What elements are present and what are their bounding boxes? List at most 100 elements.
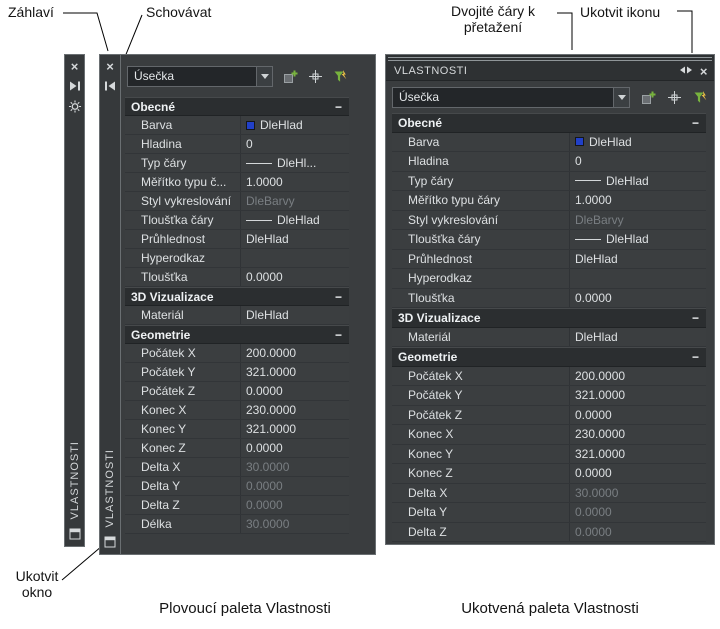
property-value[interactable]: 200.0000 xyxy=(241,344,349,362)
property-value[interactable]: 1.0000 xyxy=(570,191,706,210)
collapse-icon[interactable]: − xyxy=(692,311,699,325)
property-value[interactable]: 30.0000 xyxy=(241,458,349,476)
collapse-icon[interactable]: − xyxy=(335,328,342,342)
property-row[interactable]: Tloušťka 0.0000 xyxy=(392,288,706,308)
property-value[interactable]: 200.0000 xyxy=(570,367,706,386)
property-value[interactable]: DleBarvy xyxy=(570,211,706,230)
gear-icon[interactable] xyxy=(68,100,81,113)
property-row[interactable]: Barva DleHlad xyxy=(125,116,349,135)
property-row[interactable]: Počátek X 200.0000 xyxy=(125,344,349,363)
property-value[interactable]: 321.0000 xyxy=(241,363,349,381)
property-row[interactable]: Konec Z 0.0000 xyxy=(125,439,349,458)
property-value[interactable] xyxy=(570,269,706,288)
dock-window-icon[interactable] xyxy=(104,536,116,548)
property-row[interactable]: Konec Y 321.0000 xyxy=(125,420,349,439)
property-row[interactable]: Delta X 30.0000 xyxy=(392,483,706,503)
autohide-icon[interactable] xyxy=(68,80,81,92)
property-row[interactable]: Materiál DleHlad xyxy=(392,327,706,347)
property-value[interactable]: DleHlad xyxy=(241,230,349,248)
pickadd-toggle-icon[interactable] xyxy=(640,89,656,105)
property-value[interactable]: DleBarvy xyxy=(241,192,349,210)
property-row[interactable]: Měřítko typu č... 1.0000 xyxy=(125,173,349,192)
property-row[interactable]: Materiál DleHlad xyxy=(125,306,349,325)
property-value[interactable]: DleHlad xyxy=(241,306,349,324)
floating-palette-titlebar[interactable]: × VLASTNOSTI xyxy=(99,54,120,555)
property-row[interactable]: Délka 30.0000 xyxy=(125,515,349,534)
section-header[interactable]: Geometrie − xyxy=(125,325,349,344)
property-row[interactable]: Hyperodkaz xyxy=(392,269,706,289)
select-objects-icon[interactable] xyxy=(666,89,682,105)
section-header[interactable]: 3D Vizualizace − xyxy=(125,287,349,306)
property-value[interactable]: DleHlad xyxy=(241,116,349,134)
property-value[interactable]: 0.0000 xyxy=(241,477,349,495)
property-row[interactable]: Hyperodkaz xyxy=(125,249,349,268)
property-value[interactable]: DleHl... xyxy=(241,154,349,172)
docked-palette-titlebar[interactable]: VLASTNOSTI × xyxy=(386,55,714,81)
close-icon[interactable]: × xyxy=(71,60,79,73)
property-value[interactable]: DleHlad xyxy=(570,250,706,269)
property-row[interactable]: Barva DleHlad xyxy=(392,132,706,152)
property-row[interactable]: Styl vykreslování DleBarvy xyxy=(125,192,349,211)
property-value[interactable]: 0.0000 xyxy=(241,268,349,286)
property-row[interactable]: Delta Z 0.0000 xyxy=(125,496,349,515)
dropdown-arrow-icon[interactable] xyxy=(256,66,272,86)
property-value[interactable]: 30.0000 xyxy=(570,484,706,503)
property-row[interactable]: Tloušťka čáry DleHlad xyxy=(392,230,706,250)
property-value[interactable]: 321.0000 xyxy=(241,420,349,438)
property-row[interactable]: Hladina 0 xyxy=(125,135,349,154)
property-value[interactable]: 0.0000 xyxy=(570,464,706,483)
object-type-select[interactable]: Úsečka xyxy=(392,86,630,108)
property-row[interactable]: Styl vykreslování DleBarvy xyxy=(392,210,706,230)
collapse-icon[interactable]: − xyxy=(335,290,342,304)
property-row[interactable]: Konec X 230.0000 xyxy=(125,401,349,420)
property-value[interactable]: 0.0000 xyxy=(570,503,706,522)
property-value[interactable]: 30.0000 xyxy=(241,515,349,533)
section-header[interactable]: Obecné − xyxy=(125,97,349,116)
section-header[interactable]: Geometrie − xyxy=(392,347,706,367)
property-value[interactable]: 0.0000 xyxy=(570,523,706,542)
property-row[interactable]: Hladina 0 xyxy=(392,152,706,172)
pickadd-toggle-icon[interactable] xyxy=(282,68,298,84)
collapse-icon[interactable]: − xyxy=(335,100,342,114)
property-value[interactable]: 0.0000 xyxy=(241,439,349,457)
close-icon[interactable]: × xyxy=(106,60,114,73)
quick-select-icon[interactable] xyxy=(332,68,348,84)
property-row[interactable]: Delta Z 0.0000 xyxy=(392,522,706,542)
property-value[interactable]: DleHlad xyxy=(241,211,349,229)
property-value[interactable]: 0.0000 xyxy=(570,289,706,308)
anchor-icon[interactable] xyxy=(679,65,693,78)
property-row[interactable]: Typ čáry DleHlad xyxy=(392,171,706,191)
property-value[interactable]: DleHlad xyxy=(570,230,706,249)
property-value[interactable]: 0.0000 xyxy=(241,382,349,400)
property-row[interactable]: Delta Y 0.0000 xyxy=(125,477,349,496)
collapse-icon[interactable]: − xyxy=(692,350,699,364)
quick-select-icon[interactable] xyxy=(692,89,708,105)
property-row[interactable]: Měřítko typu čáry 1.0000 xyxy=(392,191,706,211)
property-row[interactable]: Tloušťka čáry DleHlad xyxy=(125,211,349,230)
section-header[interactable]: 3D Vizualizace − xyxy=(392,308,706,328)
property-row[interactable]: Tloušťka 0.0000 xyxy=(125,268,349,287)
property-row[interactable]: Konec Z 0.0000 xyxy=(392,464,706,484)
property-row[interactable]: Počátek Z 0.0000 xyxy=(392,405,706,425)
drag-grip-lines[interactable] xyxy=(388,57,712,61)
dropdown-arrow-icon[interactable] xyxy=(613,87,629,107)
property-value[interactable]: 0 xyxy=(241,135,349,153)
property-row[interactable]: Průhlednost DleHlad xyxy=(125,230,349,249)
property-value[interactable]: 0 xyxy=(570,152,706,171)
property-value[interactable]: 230.0000 xyxy=(570,425,706,444)
property-value[interactable]: 0.0000 xyxy=(570,406,706,425)
property-row[interactable]: Konec Y 321.0000 xyxy=(392,444,706,464)
autohide-icon[interactable] xyxy=(104,80,117,92)
property-row[interactable]: Typ čáry DleHl... xyxy=(125,154,349,173)
property-value[interactable]: DleHlad xyxy=(570,172,706,191)
dock-window-icon[interactable] xyxy=(69,528,81,540)
property-row[interactable]: Počátek Z 0.0000 xyxy=(125,382,349,401)
select-objects-icon[interactable] xyxy=(307,68,323,84)
property-value[interactable]: 1.0000 xyxy=(241,173,349,191)
property-value[interactable] xyxy=(241,249,349,267)
property-value[interactable]: 321.0000 xyxy=(570,386,706,405)
collapse-icon[interactable]: − xyxy=(692,116,699,130)
property-value[interactable]: DleHlad xyxy=(570,133,706,152)
property-value[interactable]: 321.0000 xyxy=(570,445,706,464)
property-row[interactable]: Konec X 230.0000 xyxy=(392,425,706,445)
